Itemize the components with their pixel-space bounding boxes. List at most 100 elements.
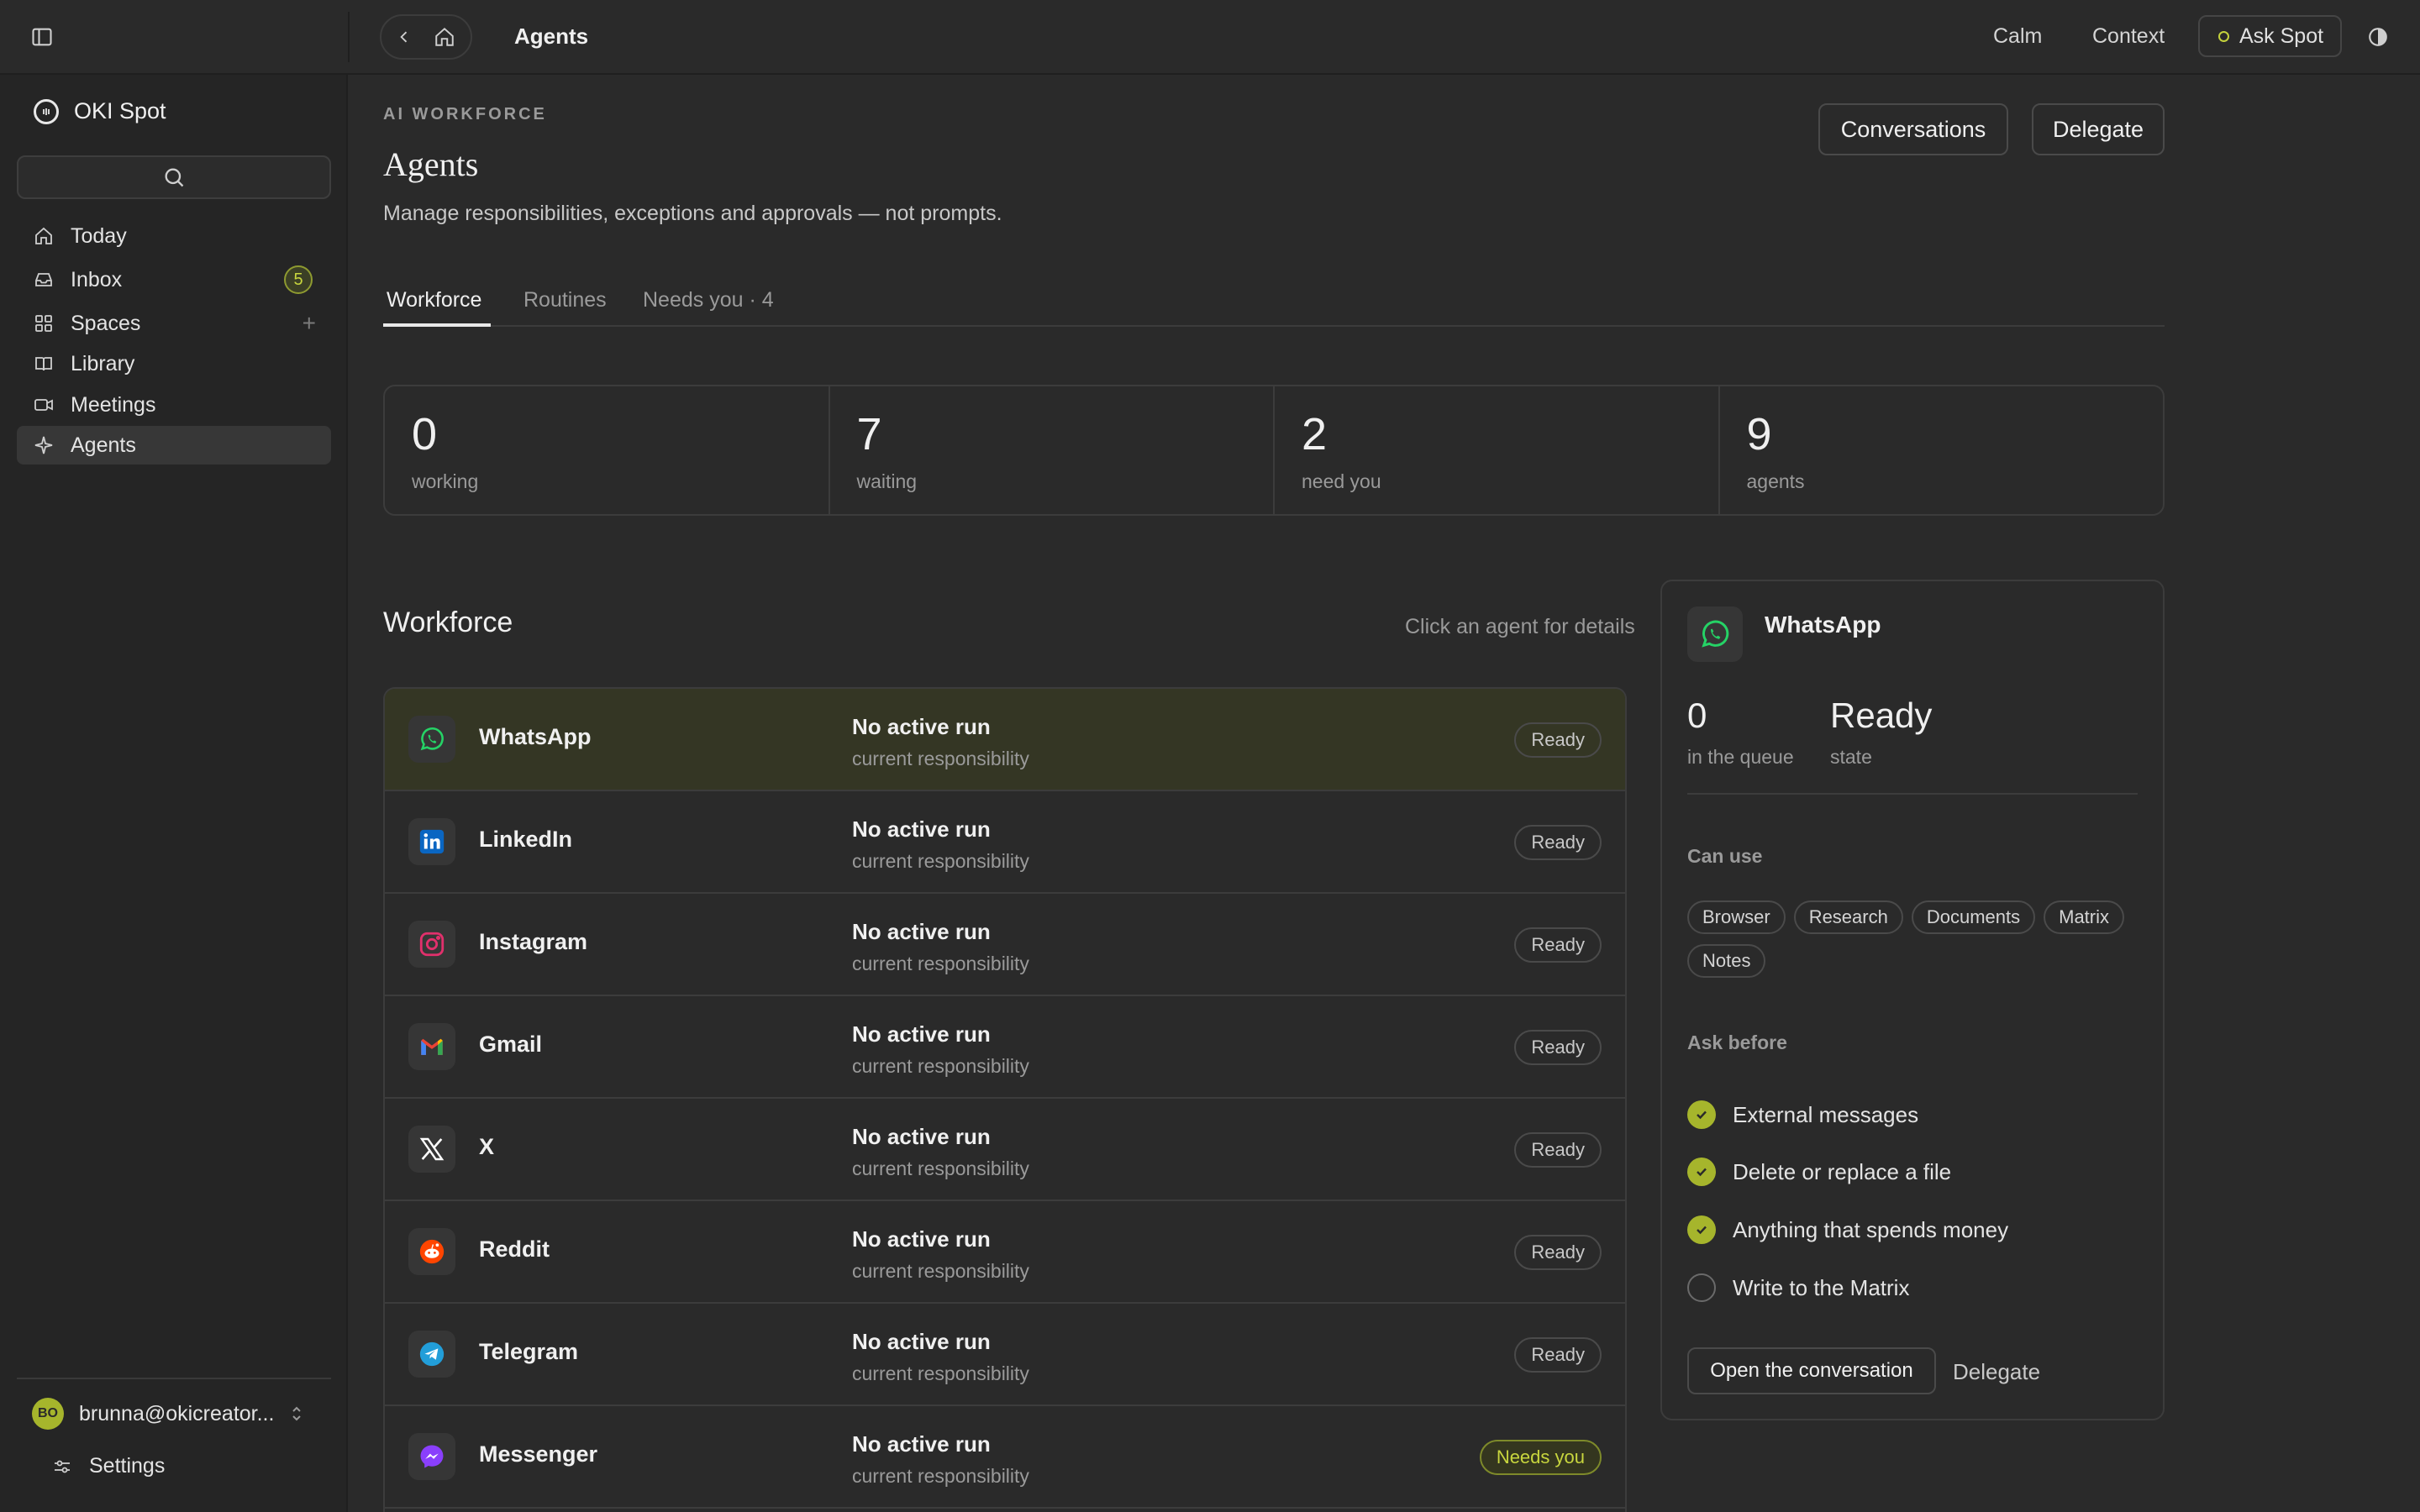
- agent-responsibility: current responsibility: [852, 1055, 1029, 1077]
- agent-row-instagram[interactable]: Instagram No active run current responsi…: [385, 894, 1625, 996]
- tool-chip[interactable]: Browser: [1687, 900, 1786, 934]
- agent-row-whatsapp[interactable]: WhatsApp No active run current responsib…: [385, 689, 1625, 791]
- active-tab-indicator: [383, 323, 491, 327]
- status-badge: Ready: [1514, 1030, 1602, 1065]
- ask-before-item[interactable]: Delete or replace a file: [1687, 1158, 1951, 1186]
- tab-routines[interactable]: Routines: [523, 288, 607, 312]
- ask-before-item[interactable]: Write to the Matrix: [1687, 1273, 1909, 1302]
- stat-label: waiting: [856, 470, 918, 492]
- search-input[interactable]: [17, 155, 331, 199]
- agent-run-status: No active run: [852, 816, 991, 842]
- agent-row-gmail[interactable]: Gmail No active run current responsibili…: [385, 996, 1625, 1099]
- agent-name: Instagram: [479, 929, 588, 954]
- context-button[interactable]: Context: [2092, 24, 2165, 49]
- agent-run-status: No active run: [852, 1329, 991, 1354]
- status-dot-icon: [2218, 30, 2229, 42]
- sidebar-item-label: Library: [71, 351, 135, 375]
- sidebar-item-label: Inbox: [71, 267, 123, 291]
- status-badge: Ready: [1514, 825, 1602, 860]
- stat-working: 0 working: [385, 386, 830, 514]
- agent-responsibility: current responsibility: [852, 1158, 1029, 1179]
- ask-before-heading: Ask before: [1687, 1032, 1787, 1053]
- status-badge: Needs you: [1479, 1440, 1602, 1475]
- user-menu[interactable]: BO brunna@okicreator...: [32, 1398, 304, 1430]
- can-use-heading: Can use: [1687, 845, 1763, 867]
- nav-pill: [380, 14, 472, 60]
- ask-before-label: Anything that spends money: [1733, 1216, 2009, 1242]
- agent-responsibility: current responsibility: [852, 850, 1029, 872]
- sidebar-item-label: Today: [71, 223, 127, 248]
- stat-agents: 9 agents: [1720, 386, 2164, 514]
- agent-name: X: [479, 1134, 495, 1159]
- inbox-count-badge: 5: [284, 265, 313, 294]
- tab-workforce[interactable]: Workforce: [387, 288, 481, 312]
- sidebar-item-spaces[interactable]: Spaces +: [17, 304, 331, 343]
- agent-run-status: No active run: [852, 1226, 991, 1252]
- ask-before-item[interactable]: Anything that spends money: [1687, 1215, 2008, 1244]
- stat-value: 9: [1746, 409, 1772, 459]
- agent-run-status: No active run: [852, 1431, 991, 1457]
- sidebar-item-library[interactable]: Library: [17, 344, 331, 383]
- ask-before-item[interactable]: External messages: [1687, 1100, 1918, 1129]
- agent-responsibility: current responsibility: [852, 1260, 1029, 1282]
- sparkle-icon: [34, 436, 53, 454]
- tool-chip[interactable]: Matrix: [2044, 900, 2125, 934]
- instagram-icon: [408, 921, 455, 968]
- brand[interactable]: OKI Spot: [34, 98, 166, 124]
- tool-chip[interactable]: Research: [1793, 900, 1903, 934]
- agent-row-messenger[interactable]: Messenger No active run current responsi…: [385, 1406, 1625, 1509]
- tab-needs-you[interactable]: Needs you · 4: [643, 288, 774, 312]
- ask-before-label: Write to the Matrix: [1733, 1274, 1910, 1300]
- agent-row-linkedin[interactable]: LinkedIn No active run current responsib…: [385, 791, 1625, 894]
- tool-chips: Browser Research Documents Matrix Notes: [1687, 900, 2141, 978]
- home-icon: [35, 227, 52, 244]
- agent-run-status: No active run: [852, 1124, 991, 1149]
- whatsapp-icon: [1687, 606, 1743, 662]
- sidebar-toggle-icon[interactable]: [25, 20, 59, 54]
- agent-name: Reddit: [479, 1236, 550, 1262]
- book-icon: [35, 357, 52, 371]
- sidebar-item-meetings[interactable]: Meetings: [17, 386, 331, 424]
- agent-row-reddit[interactable]: Reddit No active run current responsibil…: [385, 1201, 1625, 1304]
- checkmark-icon: [1687, 1158, 1716, 1186]
- grid-icon: [35, 315, 52, 332]
- sidebar-item-inbox[interactable]: Inbox 5: [17, 260, 331, 299]
- agent-row-x[interactable]: X No active run current responsibility R…: [385, 1099, 1625, 1201]
- linkedin-icon: [408, 818, 455, 865]
- avatar: BO: [32, 1398, 64, 1430]
- sidebar-item-label: Agents: [71, 433, 136, 457]
- agent-responsibility: current responsibility: [852, 748, 1029, 769]
- stat-value: 2: [1302, 409, 1328, 459]
- agent-row-telegram[interactable]: Telegram No active run current responsib…: [385, 1304, 1625, 1406]
- agent-responsibility: current responsibility: [852, 1465, 1029, 1487]
- user-email: brunna@okicreator...: [79, 1401, 275, 1425]
- gmail-icon: [408, 1023, 455, 1070]
- detail-delegate-button[interactable]: Delegate: [1953, 1359, 2040, 1385]
- top-bar: Agents Calm Context Ask Spot: [0, 0, 2420, 75]
- ask-spot-button[interactable]: Ask Spot: [2198, 15, 2342, 57]
- open-conversation-button[interactable]: Open the conversation: [1687, 1347, 1936, 1394]
- sidebar-item-today[interactable]: Today: [17, 217, 331, 255]
- agent-name: LinkedIn: [479, 827, 573, 852]
- conversations-button[interactable]: Conversations: [1818, 103, 2008, 155]
- ask-spot-label: Ask Spot: [2239, 24, 2324, 48]
- sidebar-item-label: Meetings: [71, 392, 156, 417]
- back-icon[interactable]: [392, 24, 417, 50]
- theme-toggle-icon[interactable]: [2365, 24, 2391, 50]
- queue-count: 0: [1687, 696, 1707, 735]
- tool-chip[interactable]: Documents: [1911, 900, 2036, 934]
- status-badge: Ready: [1514, 927, 1602, 963]
- ask-before-label: External messages: [1733, 1101, 1919, 1127]
- state-value: Ready: [1830, 696, 1933, 735]
- add-space-button[interactable]: +: [302, 310, 316, 337]
- home-icon[interactable]: [432, 24, 457, 50]
- calm-button[interactable]: Calm: [1993, 24, 2042, 49]
- sidebar-item-agents[interactable]: Agents: [17, 426, 331, 465]
- sliders-icon: [55, 1460, 70, 1473]
- delegate-button[interactable]: Delegate: [2032, 103, 2165, 155]
- logo-icon: [34, 98, 59, 124]
- chevron-updown-icon: [292, 1406, 302, 1421]
- settings-button[interactable]: Settings: [52, 1454, 165, 1478]
- stat-label: agents: [1746, 470, 1805, 492]
- tool-chip[interactable]: Notes: [1687, 944, 1766, 978]
